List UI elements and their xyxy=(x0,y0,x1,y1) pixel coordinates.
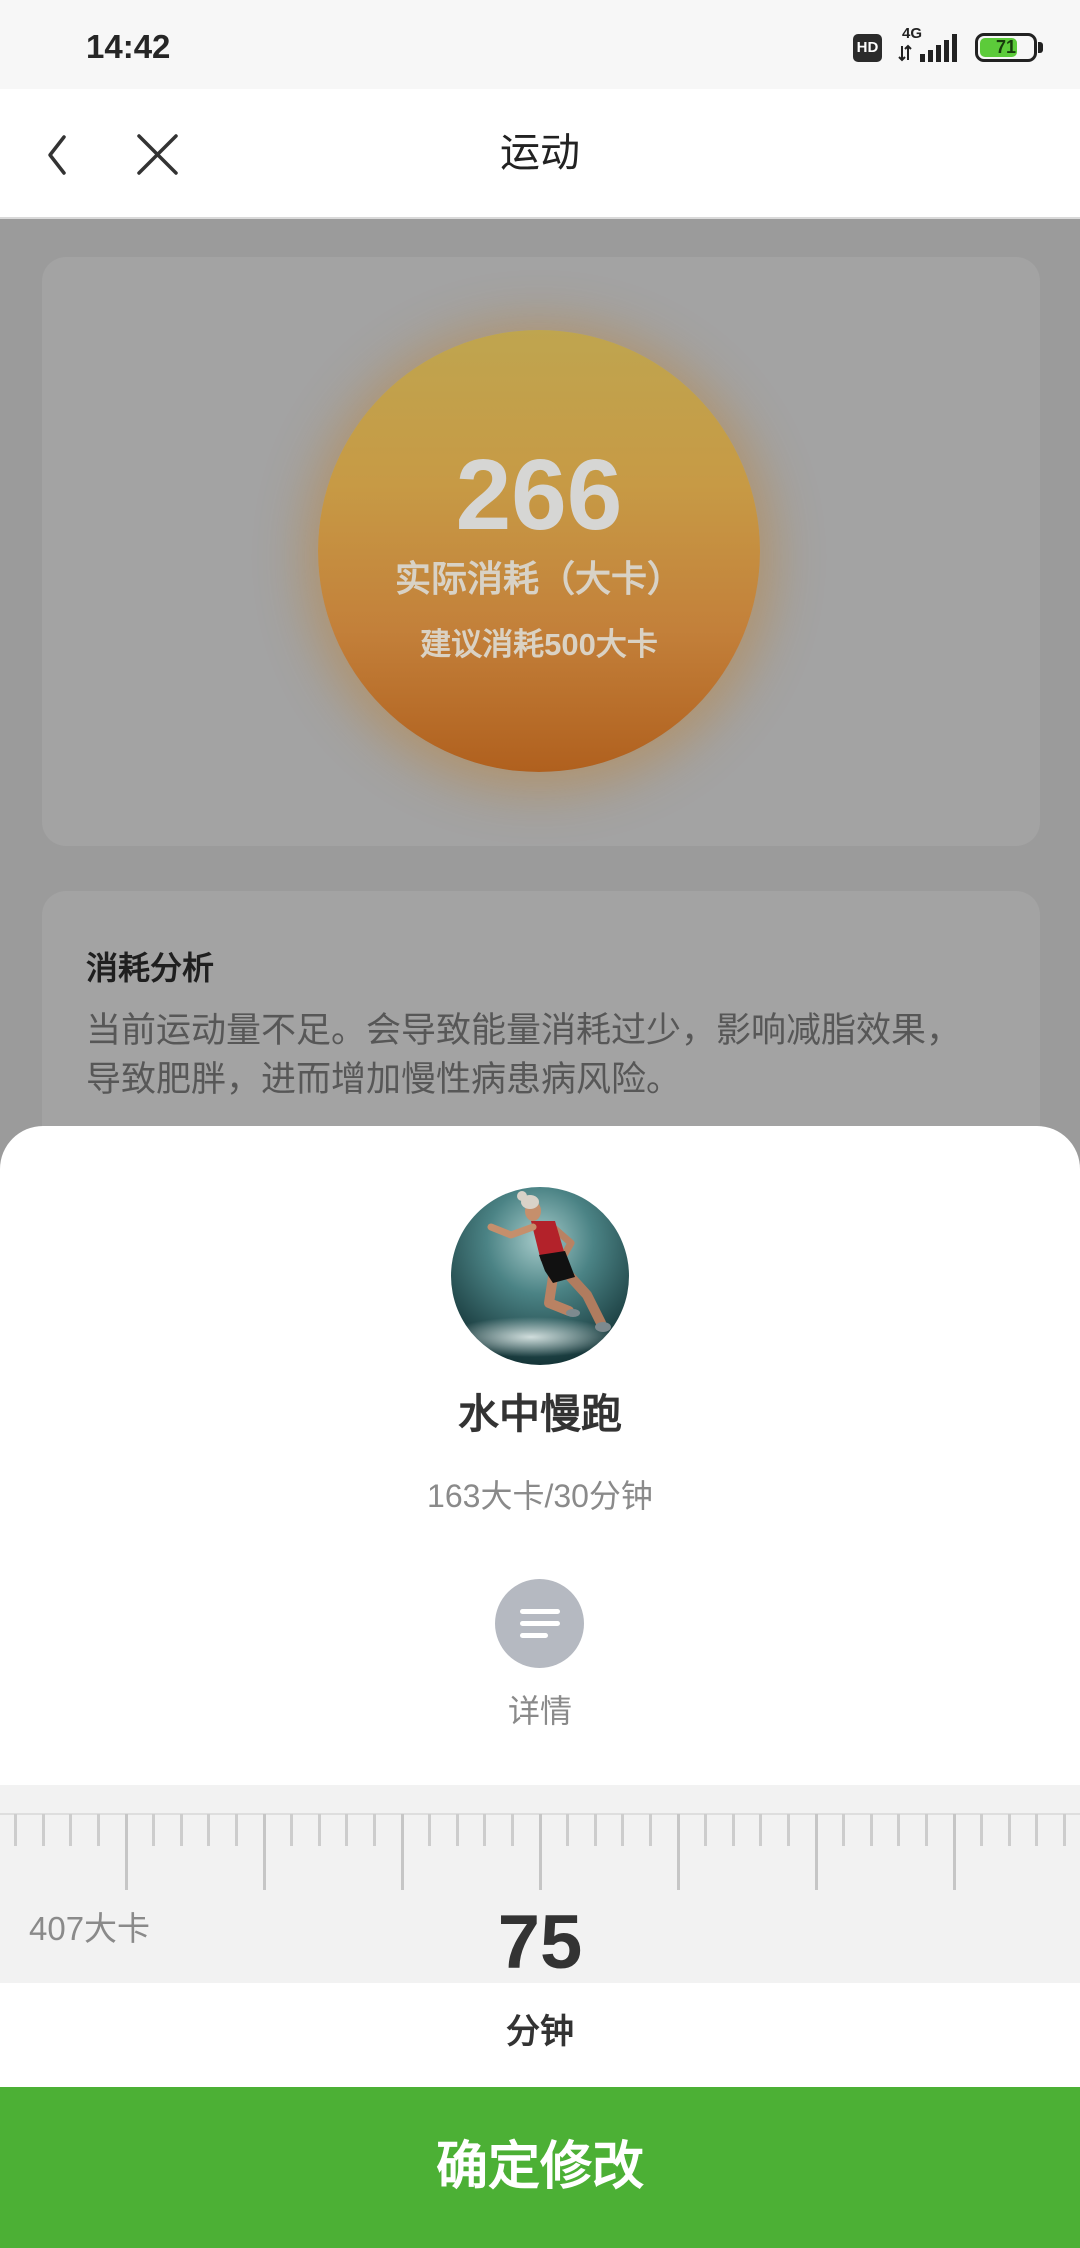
ruler-minor-tick xyxy=(648,1814,652,1846)
ruler-minor-tick xyxy=(731,1814,735,1846)
ruler-minor-tick xyxy=(924,1814,928,1846)
ruler-minor-tick xyxy=(1035,1814,1039,1846)
close-icon xyxy=(137,134,178,175)
ruler-minor-tick xyxy=(96,1814,100,1846)
ruler-minor-tick xyxy=(345,1814,349,1846)
ruler-minor-tick xyxy=(234,1814,238,1846)
cellular-signal-icon xyxy=(920,34,957,62)
ruler-ticks xyxy=(0,1814,1080,1894)
ruler-minor-tick xyxy=(290,1814,294,1846)
ruler-minor-tick xyxy=(483,1814,487,1846)
duration-unit-label: 分钟 xyxy=(506,2013,574,2051)
ruler-minor-tick xyxy=(510,1814,514,1846)
duration-unit-strip: 分钟 xyxy=(0,1983,1080,2087)
ruler-major-tick xyxy=(538,1814,542,1890)
ruler-minor-tick xyxy=(1007,1814,1011,1846)
exercise-calorie-rate: 163大卡/30分钟 xyxy=(427,1478,653,1514)
ruler-major-tick xyxy=(400,1814,404,1890)
details-button[interactable] xyxy=(495,1579,584,1668)
selected-duration-value: 75 xyxy=(497,1900,583,1985)
ruler-minor-tick xyxy=(428,1814,432,1846)
ruler-minor-tick xyxy=(897,1814,901,1846)
ruler-minor-tick xyxy=(759,1814,763,1846)
back-button[interactable] xyxy=(42,127,88,183)
ruler-minor-tick xyxy=(455,1814,459,1846)
ruler-minor-tick xyxy=(786,1814,790,1846)
exercise-bottom-sheet: 水中慢跑 163大卡/30分钟 详情 407大卡 75 分钟 确定修改 xyxy=(0,1126,1080,2248)
details-label[interactable]: 详情 xyxy=(0,1691,1080,1731)
ruler-minor-tick xyxy=(207,1814,211,1846)
ruler-minor-tick xyxy=(41,1814,45,1846)
ruler-minor-tick xyxy=(621,1814,625,1846)
details-list-icon-line xyxy=(520,1621,560,1626)
details-list-icon xyxy=(520,1609,560,1614)
close-button[interactable] xyxy=(132,127,184,183)
battery-percentage: 71 xyxy=(995,37,1017,57)
duration-ruler-picker[interactable]: 407大卡 75 xyxy=(0,1785,1080,1985)
status-time: 14:42 xyxy=(86,28,171,65)
ruler-major-tick xyxy=(814,1814,818,1890)
hd-voice-icon: HD xyxy=(853,34,882,62)
ruler-minor-tick xyxy=(152,1814,156,1846)
ruler-minor-tick xyxy=(842,1814,846,1846)
details-list-icon-line xyxy=(520,1633,548,1638)
ruler-minor-tick xyxy=(593,1814,597,1846)
app-header: 运动 xyxy=(0,89,1080,219)
confirm-change-button[interactable]: 确定修改 xyxy=(0,2087,1080,2248)
ruler-minor-tick xyxy=(14,1814,18,1846)
ruler-major-tick xyxy=(262,1814,266,1890)
ruler-minor-tick xyxy=(869,1814,873,1846)
ruler-minor-tick xyxy=(69,1814,73,1846)
ruler-minor-tick xyxy=(980,1814,984,1846)
ruler-major-tick xyxy=(124,1814,128,1890)
exercise-avatar xyxy=(451,1187,629,1365)
modal-backdrop[interactable] xyxy=(0,219,1080,1126)
ruler-minor-tick xyxy=(566,1814,570,1846)
ruler-major-tick xyxy=(952,1814,956,1890)
battery-terminal xyxy=(1038,42,1043,53)
chevron-left-icon xyxy=(48,135,66,175)
status-bar: 14:42 HD 4G 71 xyxy=(0,0,1080,89)
ruler-minor-tick xyxy=(317,1814,321,1846)
ruler-minor-tick xyxy=(179,1814,183,1846)
exercise-name: 水中慢跑 xyxy=(458,1391,622,1437)
ruler-minor-tick xyxy=(372,1814,376,1846)
data-transfer-arrows-icon xyxy=(898,44,912,62)
underwater-runner-photo xyxy=(451,1187,629,1365)
ruler-minor-tick xyxy=(704,1814,708,1846)
ruler-minor-tick xyxy=(1062,1814,1066,1846)
ruler-major-tick xyxy=(676,1814,680,1890)
